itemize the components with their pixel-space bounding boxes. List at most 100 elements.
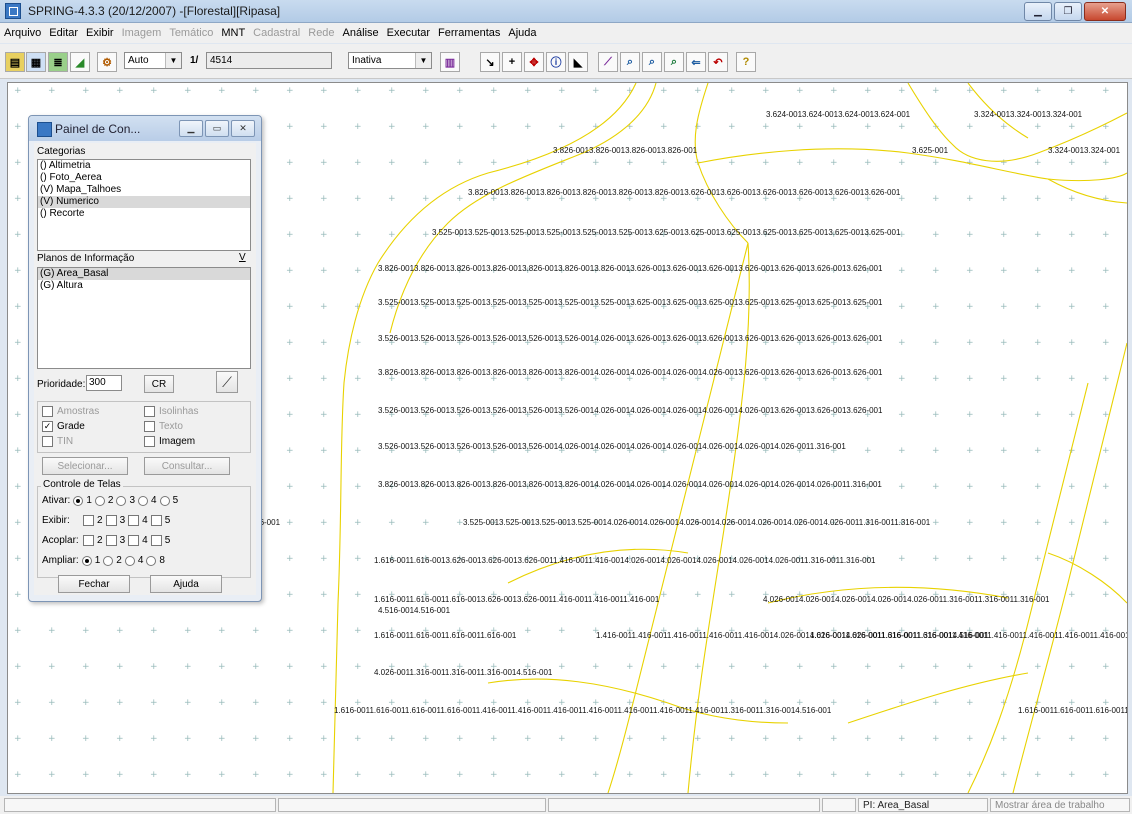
mode-select[interactable]: Auto ▼ — [124, 52, 182, 69]
exibir-check-3[interactable] — [105, 515, 117, 526]
consult-button[interactable]: Consultar... — [144, 457, 230, 475]
info-icon[interactable]: ⓘ — [546, 52, 566, 72]
acoplar-check-4[interactable] — [128, 535, 140, 546]
state-select[interactable]: Inativa ▼ — [348, 52, 432, 69]
planes-toggle[interactable]: V — [239, 252, 246, 263]
amostras-checkbox[interactable]: Amostras — [42, 406, 99, 417]
back-icon[interactable]: ⇐ — [686, 52, 706, 72]
edit-icon[interactable]: ⟋ — [598, 52, 618, 72]
cursor-icon[interactable]: ◣ — [568, 52, 588, 72]
acoplar-check-3[interactable] — [105, 535, 117, 546]
grid-marker: + — [456, 86, 464, 96]
help-button[interactable]: Ajuda — [150, 575, 222, 593]
category-item-selected[interactable]: (V) Numerico — [38, 196, 250, 208]
menu-imagem[interactable]: Imagem — [118, 27, 166, 39]
close-button[interactable]: Fechar — [58, 575, 130, 593]
grid-marker: + — [1068, 482, 1076, 492]
ampliar-radio-4[interactable] — [124, 555, 135, 566]
minimize-icon[interactable]: ▁ — [1024, 2, 1052, 21]
grid-marker: + — [286, 734, 294, 744]
grid-marker: + — [830, 770, 838, 780]
panel-title-bar[interactable]: Painel de Con... ▁ ▭ ✕ — [29, 116, 261, 141]
grid-marker: + — [354, 374, 362, 384]
plane-item-selected[interactable]: (G) Area_Basal — [38, 268, 250, 280]
tin-checkbox[interactable]: TIN — [42, 436, 73, 447]
grid-value-label: 3.826-0013.826-0013.826-0013.826-0013.82… — [378, 480, 882, 489]
grid-marker: + — [320, 662, 328, 672]
imagem-checkbox[interactable]: Imagem — [144, 436, 195, 447]
menu-exibir[interactable]: Exibir — [82, 27, 118, 39]
menu-ajuda[interactable]: Ajuda — [504, 27, 540, 39]
category-item[interactable]: (V) Mapa_Talhoes — [38, 184, 250, 196]
menu-mnt[interactable]: MNT — [217, 27, 249, 39]
acoplar-check-2[interactable] — [83, 535, 94, 546]
isolinhas-checkbox[interactable]: Isolinhas — [144, 406, 198, 417]
ampliar-radio-8[interactable] — [146, 555, 157, 566]
zoom-out-icon[interactable]: ⌕ — [642, 52, 662, 72]
close-icon[interactable]: ✕ — [1084, 2, 1126, 21]
close-icon[interactable]: ✕ — [231, 120, 255, 137]
category-item[interactable]: () Altimetria — [38, 160, 250, 172]
minimize-icon[interactable]: ▁ — [179, 120, 203, 137]
menu-cadastral[interactable]: Cadastral — [249, 27, 304, 39]
cr-button[interactable]: CR — [144, 375, 174, 393]
draw-icon[interactable]: ◢ — [70, 52, 90, 72]
zoom-area-icon[interactable]: ⌕ — [620, 52, 640, 72]
window-title: SPRING-4.3.3 (20/12/2007) -[Florestal][R… — [28, 4, 281, 18]
grid-marker: + — [796, 158, 804, 168]
database-icon[interactable]: ▤ — [5, 52, 25, 72]
grade-checkbox[interactable]: ✓ Grade — [42, 421, 85, 432]
layers-icon[interactable]: ≣ — [48, 52, 68, 72]
grid-marker: + — [14, 302, 22, 312]
menu-executar[interactable]: Executar — [383, 27, 434, 39]
exibir-check-2[interactable] — [83, 515, 94, 526]
ativar-radio-5[interactable] — [159, 495, 170, 506]
ativar-radio-4[interactable] — [138, 495, 149, 506]
control-panel-icon[interactable]: ⚙ — [97, 52, 117, 72]
ampliar-radio-2[interactable] — [103, 555, 114, 566]
grid-marker: + — [830, 734, 838, 744]
menu-rede[interactable]: Rede — [304, 27, 338, 39]
scale-field[interactable]: 4514 — [206, 52, 332, 69]
menu-editar[interactable]: Editar — [45, 27, 82, 39]
grid-marker: + — [626, 770, 634, 780]
project-icon[interactable]: ▦ — [26, 52, 46, 72]
menu-tematico[interactable]: Temático — [165, 27, 217, 39]
color-edit-icon[interactable]: ⟋ — [216, 371, 238, 393]
ampliar-radio-1[interactable] — [81, 555, 92, 566]
control-panel: Painel de Con... ▁ ▭ ✕ Categorias () Alt… — [28, 115, 262, 602]
display-icon[interactable]: ▥ — [440, 52, 460, 72]
menu-analise[interactable]: Análise — [339, 27, 383, 39]
grid-marker: + — [116, 662, 124, 672]
grid-marker: + — [422, 158, 430, 168]
grid-marker: + — [762, 662, 770, 672]
ativar-radio-3[interactable] — [116, 495, 127, 506]
grid-marker: + — [1102, 158, 1110, 168]
select-button[interactable]: Selecionar... — [42, 457, 128, 475]
priority-input[interactable]: 300 — [86, 375, 122, 391]
help-icon[interactable]: ? — [736, 52, 756, 72]
zoom-fit-icon[interactable]: ⌕ — [664, 52, 684, 72]
toolbar: ▤ ▦ ≣ ◢ ⚙ Auto ▼ 1/ 4514 Inativa ▼ ▥ ↘ +… — [0, 44, 1132, 79]
category-item[interactable]: () Foto_Aerea — [38, 172, 250, 184]
category-item[interactable]: () Recorte — [38, 208, 250, 220]
undo-icon[interactable]: ↶ — [708, 52, 728, 72]
menu-arquivo[interactable]: Arquivo — [0, 27, 45, 39]
exibir-check-4[interactable] — [128, 515, 140, 526]
maximize-icon[interactable]: ❐ — [1054, 2, 1082, 21]
texto-checkbox[interactable]: Texto — [144, 421, 183, 432]
ativar-radio-2[interactable] — [94, 495, 105, 506]
zoom-in-icon[interactable]: + — [502, 52, 522, 72]
grid-marker: + — [1000, 86, 1008, 96]
maximize-icon[interactable]: ▭ — [205, 120, 229, 137]
ativar-radio-1[interactable] — [73, 495, 84, 506]
grid-marker: + — [388, 158, 396, 168]
acoplar-check-5[interactable] — [150, 535, 162, 546]
pan-icon[interactable]: ✥ — [524, 52, 544, 72]
exibir-check-5[interactable] — [150, 515, 162, 526]
plane-item[interactable]: (G) Altura — [38, 280, 250, 292]
title-bar: SPRING-4.3.3 (20/12/2007) -[Florestal][R… — [0, 0, 1132, 23]
menu-ferramentas[interactable]: Ferramentas — [434, 27, 504, 39]
grid-marker: + — [966, 482, 974, 492]
pointer-icon[interactable]: ↘ — [480, 52, 500, 72]
